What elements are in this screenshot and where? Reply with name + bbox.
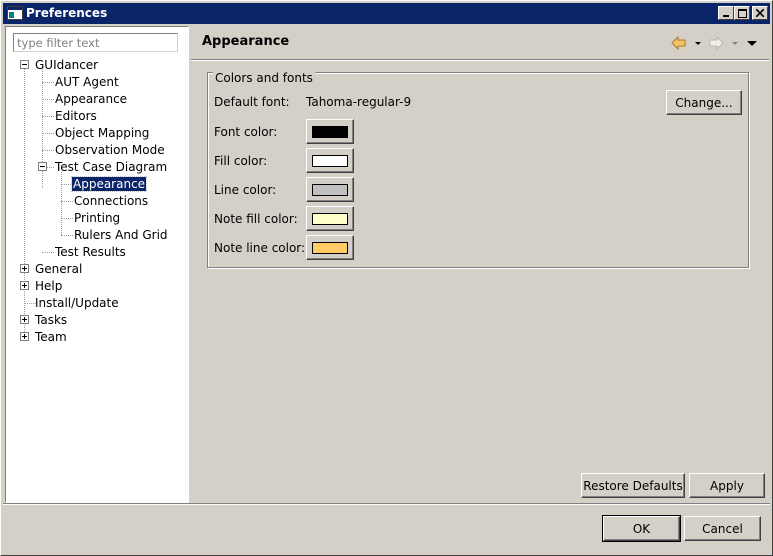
tree-item-label: Test Results <box>55 245 126 259</box>
line-color-swatch <box>312 183 348 196</box>
note-line-color-swatch <box>312 241 348 254</box>
note-fill-color-label: Note fill color: <box>214 212 298 226</box>
restore-defaults-button[interactable]: Restore Defaults <box>581 473 685 498</box>
change-font-button[interactable]: Change... <box>666 90 742 115</box>
page-title: Appearance <box>202 34 290 49</box>
tree-item-guidancer[interactable]: GUIdancer <box>34 57 99 73</box>
preferences-tree-pane: GUIdancer AUT Agent Appearance Editors O… <box>5 26 189 503</box>
tree-item-label: Install/Update <box>35 296 119 310</box>
tree-item-object-mapping[interactable]: Object Mapping <box>54 125 150 141</box>
back-button[interactable] <box>671 35 687 51</box>
tree-item-appearance[interactable]: Appearance <box>54 91 128 107</box>
apply-label: Apply <box>710 478 744 493</box>
chevron-down-icon <box>732 42 738 45</box>
window-title: Preferences <box>26 6 108 20</box>
tree-item-label: General <box>35 262 83 276</box>
tree-item-label: Test Case Diagram <box>55 160 168 174</box>
tree-item-test-results[interactable]: Test Results <box>54 244 127 260</box>
tree-item-aut-agent[interactable]: AUT Agent <box>54 74 120 90</box>
default-font-value: Tahoma-regular-9 <box>306 95 412 109</box>
forward-dropdown-button[interactable] <box>732 35 739 51</box>
note-line-color-label: Note line color: <box>214 241 306 255</box>
tree-item-install-update[interactable]: Install/Update <box>34 295 120 311</box>
preferences-window: Preferences type filter text GUIdancer A… <box>0 0 773 556</box>
forward-button[interactable] <box>708 35 724 51</box>
close-icon <box>756 9 764 17</box>
tree-item-label: Appearance <box>55 92 128 106</box>
maximize-icon <box>737 8 747 18</box>
tree-item-rulers-and-grid[interactable]: Rulers And Grid <box>73 227 169 243</box>
ok-button[interactable]: OK <box>602 515 681 542</box>
tree-item-editors[interactable]: Editors <box>54 108 98 124</box>
font-color-label: Font color: <box>214 125 278 139</box>
tree-item-label: Team <box>35 330 67 344</box>
tree-item-label: Help <box>35 279 63 293</box>
fill-color-label: Fill color: <box>214 154 268 168</box>
tree-item-label: Editors <box>55 109 97 123</box>
dialog-separator <box>3 503 770 505</box>
chevron-down-icon <box>695 42 701 45</box>
title-bar[interactable]: Preferences <box>3 3 770 24</box>
back-dropdown-button[interactable] <box>695 35 702 51</box>
forward-arrow-icon <box>709 35 724 51</box>
font-color-button[interactable] <box>306 119 354 144</box>
line-color-label: Line color: <box>214 183 277 197</box>
tree-item-test-case-diagram[interactable]: Test Case Diagram <box>54 159 168 175</box>
apply-button[interactable]: Apply <box>689 473 765 498</box>
fill-color-swatch <box>312 154 348 167</box>
tree-item-label: Appearance <box>70 176 148 192</box>
tree-item-connections[interactable]: Connections <box>73 193 149 209</box>
tree-item-help[interactable]: Help <box>34 278 63 294</box>
tree-item-tasks[interactable]: Tasks <box>34 312 68 328</box>
note-fill-color-swatch <box>312 212 348 225</box>
tree-item-label: Printing <box>74 211 121 225</box>
minimize-icon <box>723 15 729 17</box>
font-color-swatch <box>312 125 348 138</box>
tree-item-label: GUIdancer <box>35 58 99 72</box>
view-menu-button[interactable] <box>747 35 758 51</box>
tree-item-diagram-appearance[interactable]: Appearance <box>70 176 148 192</box>
collapse-guidancer-icon[interactable] <box>20 60 29 69</box>
tree-item-label: Rulers And Grid <box>74 228 168 242</box>
tree-item-label: Tasks <box>35 313 68 327</box>
default-font-label: Default font: <box>214 95 290 109</box>
tree-item-printing[interactable]: Printing <box>73 210 121 226</box>
preferences-tree: GUIdancer AUT Agent Appearance Editors O… <box>6 27 188 502</box>
header-separator <box>191 59 769 61</box>
tree-item-label: Connections <box>74 194 149 208</box>
tree-item-general[interactable]: General <box>34 261 83 277</box>
fill-color-button[interactable] <box>306 148 354 173</box>
tree-item-label: AUT Agent <box>55 75 119 89</box>
note-fill-color-button[interactable] <box>306 206 354 231</box>
page-header: Appearance <box>191 26 769 60</box>
preference-page: Appearance Colors and fonts Default font… <box>191 26 769 503</box>
expand-team-icon[interactable] <box>20 332 29 341</box>
back-arrow-icon <box>671 35 686 51</box>
expand-tasks-icon[interactable] <box>20 315 29 324</box>
tree-item-observation-mode[interactable]: Observation Mode <box>54 142 166 158</box>
tree-item-label: Observation Mode <box>55 143 165 157</box>
minimize-button[interactable] <box>718 6 734 20</box>
note-line-color-button[interactable] <box>306 235 354 260</box>
change-button-label: Change... <box>675 95 733 110</box>
expand-general-icon[interactable] <box>20 264 29 273</box>
close-button[interactable] <box>752 6 768 20</box>
cancel-label: Cancel <box>702 521 743 536</box>
line-color-button[interactable] <box>306 177 354 202</box>
cancel-button[interactable]: Cancel <box>684 516 761 541</box>
tree-item-team[interactable]: Team <box>34 329 68 345</box>
view-menu-icon <box>747 41 757 46</box>
app-window-icon <box>7 6 23 20</box>
maximize-button[interactable] <box>734 6 750 20</box>
collapse-test-case-diagram-icon[interactable] <box>38 162 47 171</box>
group-title: Colors and fonts <box>213 71 315 85</box>
ok-label: OK <box>632 521 651 536</box>
restore-defaults-label: Restore Defaults <box>583 478 683 493</box>
expand-help-icon[interactable] <box>20 281 29 290</box>
tree-item-label: Object Mapping <box>55 126 150 140</box>
